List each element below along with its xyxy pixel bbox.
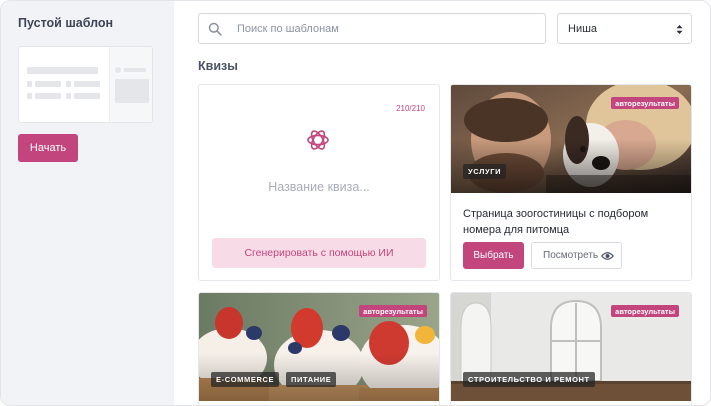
select-arrows-icon [676,25,683,34]
preview-bar [66,93,71,99]
template-card[interactable]: авторезультаты E-COMMERCE ПИТАНИЕ [198,292,440,405]
template-title: Страница зоогостиницы с подбором номера … [463,208,649,236]
generate-ai-button[interactable]: Сгенерировать с помощью ИИ [212,238,426,268]
category-tag: E-COMMERCE [211,372,280,387]
character-counter: 210/210 [396,104,425,113]
preview-bar [35,93,61,99]
preview-bar [35,81,61,87]
preview-bar [66,81,71,87]
preview-bar [74,93,100,99]
blank-template-title: Пустой шаблон [18,16,114,30]
niche-select[interactable]: Ниша [557,13,692,44]
eye-icon [601,252,614,260]
preview-bar [27,67,98,74]
start-button[interactable]: Начать [18,134,78,162]
preview-bar [27,81,32,87]
template-card[interactable]: авторезультаты СТРОИТЕЛЬСТВО И РЕМОНТ [450,292,692,405]
auto-results-badge: авторезультаты [359,305,427,317]
section-heading: Квизы [198,59,238,73]
preview-block [115,79,149,103]
template-image: авторезультаты E-COMMERCE ПИТАНИЕ [199,293,439,401]
preview-button[interactable]: Посмотреть [531,242,622,269]
preview-button-label: Посмотреть [543,250,599,261]
preview-bar [27,93,32,99]
search-box[interactable] [198,13,546,44]
preview-bar [74,81,100,87]
template-image: авторезультаты УСЛУГИ [451,85,691,193]
auto-results-badge: авторезультаты [611,97,679,109]
app-window: Пустой шаблон Начать Ниша [0,0,711,406]
openai-icon [307,130,329,150]
category-tag: УСЛУГИ [463,164,507,179]
category-tag: СТРОИТЕЛЬСТВО И РЕМОНТ [463,372,595,387]
preview-bar [124,68,146,72]
template-image: авторезультаты СТРОИТЕЛЬСТВО И РЕМОНТ [451,293,691,401]
choose-button[interactable]: Выбрать [463,242,524,269]
template-card[interactable]: авторезультаты УСЛУГИ Страница зоогостин… [450,84,692,281]
niche-select-value: Ниша [568,23,598,35]
auto-results-badge: авторезультаты [611,305,679,317]
ai-generator-card: 210/210 Название квиза... Сгенерировать … [198,84,440,281]
search-input[interactable] [237,14,537,43]
quiz-name-placeholder[interactable]: Название квиза... [199,180,439,194]
search-icon [208,22,222,36]
category-tag: ПИТАНИЕ [286,372,337,387]
blank-template-preview[interactable] [18,46,153,123]
preview-side-pane [109,47,152,122]
preview-dot [115,67,121,73]
sidebar: Пустой шаблон Начать [1,1,174,405]
